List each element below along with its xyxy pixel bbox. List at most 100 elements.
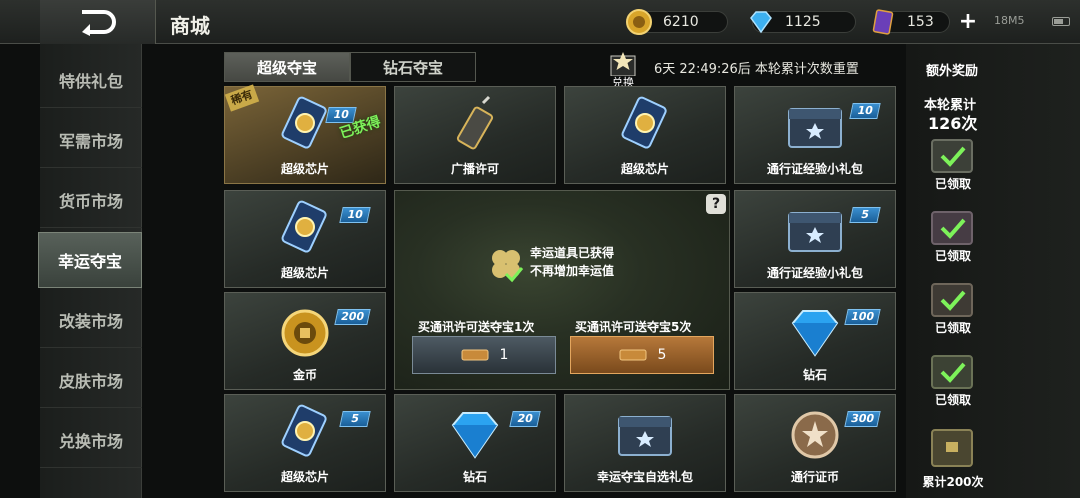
buy-5-button[interactable]: 5 xyxy=(570,336,714,374)
buy-5-value: 5 xyxy=(657,347,667,363)
prize-cell[interactable]: 5 超级芯片 xyxy=(224,394,386,492)
gold-coin-icon xyxy=(626,9,652,35)
prize-name: 钻石 xyxy=(802,368,827,382)
buy-5-label: 买通讯许可送夺宝5次 xyxy=(575,320,692,334)
reward-status: 已领取 xyxy=(934,177,971,191)
sidebar-item-lucky-draw[interactable]: 幸运夺宝 xyxy=(38,232,142,288)
back-button[interactable] xyxy=(40,0,156,44)
chip-icon xyxy=(281,96,327,149)
luck-line-2: 不再增加幸运值 xyxy=(530,264,615,278)
sidebar-item-exchange-market[interactable]: 兑换市场 xyxy=(40,412,142,468)
prize-cell[interactable]: 200 金币 xyxy=(224,292,386,390)
reward-status: 已领取 xyxy=(934,321,971,335)
gold-coin-icon xyxy=(281,309,329,357)
reward-status: 已领取 xyxy=(934,249,971,263)
reward-chest[interactable]: 已领取 xyxy=(922,200,984,264)
prize-cell[interactable]: 广播许可 xyxy=(394,86,556,184)
buy-1-value: 1 xyxy=(499,347,509,363)
gold-amount: 6210 xyxy=(663,14,699,30)
reward-chest[interactable]: 已领取 xyxy=(922,128,984,192)
prize-cell[interactable]: 10 通行证经验小礼包 xyxy=(734,86,896,184)
ticket-icon xyxy=(461,349,489,361)
diamond-icon xyxy=(791,310,839,357)
add-currency-button[interactable]: + xyxy=(958,11,978,33)
card-currency[interactable]: 153 xyxy=(872,9,950,35)
prize-cell[interactable]: 幸运夺宝自选礼包 xyxy=(564,394,726,492)
reward-chest[interactable]: 累计200次 xyxy=(922,420,984,490)
tab-super-draw[interactable]: 超级夺宝 xyxy=(224,52,350,82)
reward-chest[interactable]: 已领取 xyxy=(922,272,984,336)
tab-diamond-draw[interactable]: 钻石夺宝 xyxy=(350,52,476,82)
buy-1-button[interactable]: 1 xyxy=(412,336,556,374)
quantity-badge: 300 xyxy=(844,411,881,427)
sidebar-item-label: 改装市场 xyxy=(58,311,123,331)
prize-cell[interactable]: 300 通行证币 xyxy=(734,394,896,492)
prize-name: 通行证经验小礼包 xyxy=(766,266,863,280)
purple-card-icon xyxy=(872,9,894,35)
supply-box-icon xyxy=(618,416,672,456)
reset-timer: 6天 22:49:26后 本轮累计次数重置 xyxy=(654,62,859,77)
card-amount: 153 xyxy=(907,14,934,30)
prize-name: 通行证经验小礼包 xyxy=(766,162,863,176)
clover-icon xyxy=(492,250,524,283)
quantity-badge: 100 xyxy=(844,309,881,325)
chest-icon xyxy=(931,211,973,245)
sidebar-item-label: 幸运夺宝 xyxy=(57,252,122,271)
prize-cell[interactable]: 20 钻石 xyxy=(394,394,556,492)
prize-name: 超级芯片 xyxy=(280,266,329,280)
help-button[interactable]: ? xyxy=(706,194,726,214)
diamond-icon xyxy=(451,412,499,459)
sidebar-item-label: 兑换市场 xyxy=(58,431,123,451)
prize-cell[interactable]: 100 钻石 xyxy=(734,292,896,390)
diamond-icon xyxy=(750,11,772,34)
sidebar-item-label: 货币市场 xyxy=(58,191,123,211)
prize-name: 广播许可 xyxy=(450,162,499,176)
diamond-currency[interactable]: 1125 xyxy=(750,11,856,34)
luck-message: 幸运道具已获得 不再增加幸运值 xyxy=(530,244,614,280)
radio-icon xyxy=(456,95,494,150)
luck-line-1: 幸运道具已获得 xyxy=(530,246,615,260)
prize-name: 通行证币 xyxy=(790,470,839,484)
prize-name: 钻石 xyxy=(462,470,487,484)
sidebar-item-mod-market[interactable]: 改装市场 xyxy=(40,292,142,348)
quantity-badge: 5 xyxy=(339,411,371,427)
reward-status: 累计200次 xyxy=(922,475,984,489)
category-sidebar: 特供礼包 军需市场 货币市场 幸运夺宝 改装市场 皮肤市场 兑换市场 xyxy=(38,44,142,498)
chest-icon xyxy=(931,283,973,317)
prize-name: 超级芯片 xyxy=(280,162,329,176)
extra-rewards-title: 额外奖励 xyxy=(926,64,979,79)
gold-currency[interactable]: 6210 xyxy=(626,9,728,35)
sidebar-item-label: 军需市场 xyxy=(58,131,123,151)
quantity-badge: 5 xyxy=(849,207,881,223)
buy-1-label: 买通讯许可送夺宝1次 xyxy=(418,320,535,334)
sidebar-item-skin-market[interactable]: 皮肤市场 xyxy=(40,352,142,408)
quantity-badge: 10 xyxy=(339,207,371,223)
chip-icon xyxy=(281,200,327,253)
quantity-badge: 20 xyxy=(509,411,541,427)
sidebar-item-special-pack[interactable]: 特供礼包 xyxy=(40,52,142,108)
prize-cell[interactable]: 超级芯片 xyxy=(564,86,726,184)
supply-box-icon xyxy=(788,212,842,252)
quantity-badge: 10 xyxy=(849,103,881,119)
back-arrow-icon xyxy=(81,10,116,36)
prize-name: 超级芯片 xyxy=(620,162,669,176)
sidebar-item-supply-market[interactable]: 军需市场 xyxy=(40,112,142,168)
star-icon xyxy=(610,52,636,77)
pass-coin-icon xyxy=(791,411,839,459)
reward-status: 已领取 xyxy=(934,393,971,407)
prize-cell[interactable]: 10 超级芯片 xyxy=(224,190,386,288)
diamond-amount: 1125 xyxy=(785,14,821,30)
chest-icon xyxy=(931,139,973,173)
prize-name: 超级芯片 xyxy=(280,470,329,484)
prize-name: 金币 xyxy=(292,368,317,382)
chip-icon xyxy=(621,96,667,149)
reward-chest[interactable]: 已领取 xyxy=(922,344,984,408)
chest-icon xyxy=(931,355,973,389)
chip-icon xyxy=(281,404,327,457)
top-bar: 商城 6210 1125 153 + 18M5 xyxy=(0,0,1080,44)
prize-cell[interactable]: 稀有 10 已获得 超级芯片 xyxy=(224,84,386,184)
rare-ribbon: 稀有 xyxy=(224,84,260,112)
sidebar-item-currency-market[interactable]: 货币市场 xyxy=(40,172,142,228)
prize-cell[interactable]: 5 通行证经验小礼包 xyxy=(734,190,896,288)
network-status: 18M5 xyxy=(994,14,1025,27)
